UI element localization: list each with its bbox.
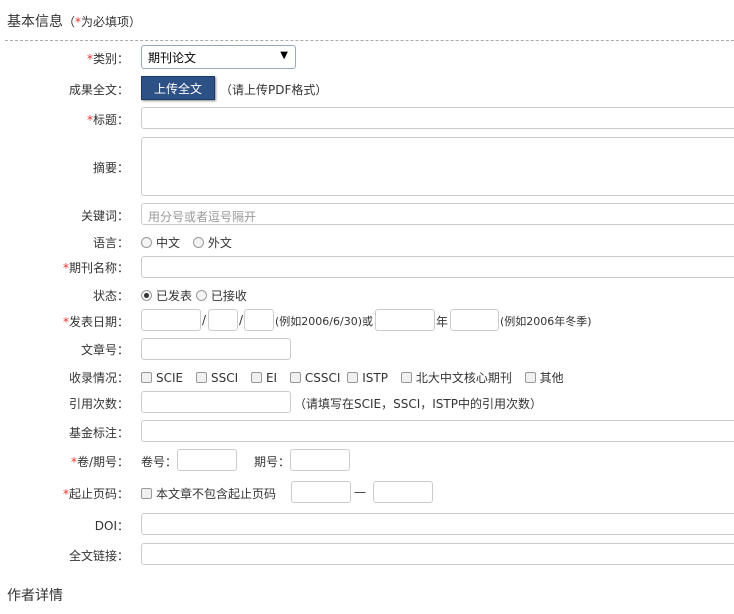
- required-note: 为必填项）: [81, 15, 142, 29]
- status-label: 状态：: [92, 289, 129, 303]
- checkbox-icon: [347, 372, 359, 383]
- link-label: 全文链接：: [68, 549, 129, 563]
- language-option-foreign[interactable]: 外文: [192, 236, 232, 250]
- year-text: 年: [436, 315, 449, 329]
- volume-no-label: 卷号：: [141, 455, 178, 469]
- title-input[interactable]: [141, 107, 734, 129]
- abstract-textarea[interactable]: [141, 137, 734, 196]
- radio-icon: [192, 237, 204, 248]
- note-prefix: （: [63, 15, 76, 29]
- category-value: 期刊论文: [148, 51, 197, 65]
- title-label: *标题：: [86, 113, 129, 127]
- keywords-label: 关键词：: [80, 209, 129, 223]
- status-option-accepted[interactable]: 已接收: [195, 289, 247, 303]
- citations-hint: （请填写在SCIE，SSCI，ISTP中的引用次数）: [294, 397, 542, 411]
- article-no-label: 文章号：: [80, 343, 129, 357]
- citations-input[interactable]: [141, 391, 291, 413]
- checkbox-icon: [400, 372, 412, 383]
- pubdate-month-input[interactable]: [208, 309, 238, 331]
- status-option-published[interactable]: 已发表: [141, 289, 192, 303]
- checkbox-icon: [524, 372, 536, 383]
- language-label: 语言：: [92, 236, 129, 250]
- upload-fulltext-button[interactable]: 上传全文: [141, 76, 215, 100]
- pages-label: *起止页码：: [62, 487, 129, 501]
- indexed-label: 收录情况：: [68, 371, 129, 385]
- date-separator: /: [202, 313, 207, 327]
- section-title: 基本信息（*为必填项）: [7, 11, 141, 31]
- doi-label: DOI：: [94, 519, 129, 533]
- journal-label: *期刊名称：: [62, 261, 129, 275]
- status-radios: 已发表 已接收: [141, 287, 247, 304]
- keywords-input[interactable]: 用分号或者逗号隔开: [141, 203, 734, 225]
- pubdate-season-input[interactable]: [450, 309, 499, 331]
- language-option-chinese[interactable]: 中文: [141, 236, 180, 250]
- category-select[interactable]: 期刊论文 ▼: [141, 45, 296, 69]
- fund-label: 基金标注：: [68, 426, 129, 440]
- start-page-input[interactable]: [291, 481, 351, 503]
- author-details-title: 作者详情: [7, 588, 63, 604]
- indexed-ssci[interactable]: SSCI: [195, 371, 238, 385]
- volume-input[interactable]: [177, 449, 237, 471]
- checkbox-icon: [141, 488, 152, 499]
- doi-input[interactable]: [141, 513, 734, 535]
- indexed-other[interactable]: 其他: [524, 371, 564, 385]
- category-label: *类别：: [86, 52, 129, 66]
- date-separator: /: [239, 313, 244, 327]
- fulltext-label: 成果全文：: [68, 83, 129, 97]
- pubdate-label: *发表日期：: [62, 315, 129, 329]
- indexed-scie[interactable]: SCIE: [141, 371, 183, 385]
- divider: [5, 40, 734, 41]
- pubdate-day-input[interactable]: [244, 309, 274, 331]
- end-page-input[interactable]: [373, 481, 433, 503]
- section-title-text: 基本信息: [7, 14, 63, 30]
- journal-input[interactable]: [141, 256, 734, 278]
- radio-icon: [141, 237, 152, 248]
- fund-input[interactable]: [141, 420, 734, 442]
- citations-label: 引用次数：: [68, 397, 129, 411]
- dropdown-arrow-icon: ▼: [280, 50, 288, 61]
- language-radios: 中文 外文: [141, 234, 241, 251]
- article-no-input[interactable]: [141, 338, 291, 360]
- radio-icon: [195, 290, 207, 301]
- issue-input[interactable]: [290, 449, 350, 471]
- checkbox-icon: [289, 372, 301, 383]
- indexed-ei[interactable]: EI: [250, 371, 277, 385]
- page-dash: —: [354, 485, 366, 499]
- volume-label: *卷/期号：: [70, 455, 129, 469]
- season-hint: (例如2006年冬季): [500, 315, 592, 328]
- checkbox-icon: [250, 372, 262, 383]
- upload-hint: （请上传PDF格式）: [220, 83, 328, 97]
- link-input[interactable]: [141, 543, 734, 565]
- no-pages-checkbox[interactable]: 本文章不包含起止页码: [141, 485, 276, 502]
- indexed-cssci[interactable]: CSSCI: [289, 371, 340, 385]
- indexed-checkboxes: SCIE SSCI EI CSSCI ISTP 北大中文核心期刊 其他: [141, 369, 564, 386]
- indexed-pku-core[interactable]: 北大中文核心期刊: [400, 371, 512, 385]
- checkbox-icon: [195, 372, 207, 383]
- pubdate-hint: (例如2006/6/30)或: [275, 315, 373, 328]
- issue-no-label: 期号：: [254, 455, 291, 469]
- radio-checked-icon: [141, 290, 152, 301]
- pubdate-year-input[interactable]: [141, 309, 201, 331]
- checkbox-icon: [141, 372, 152, 383]
- pubdate-alt-year-input[interactable]: [375, 309, 435, 331]
- abstract-label: 摘要：: [92, 161, 129, 175]
- indexed-istp[interactable]: ISTP: [347, 371, 388, 385]
